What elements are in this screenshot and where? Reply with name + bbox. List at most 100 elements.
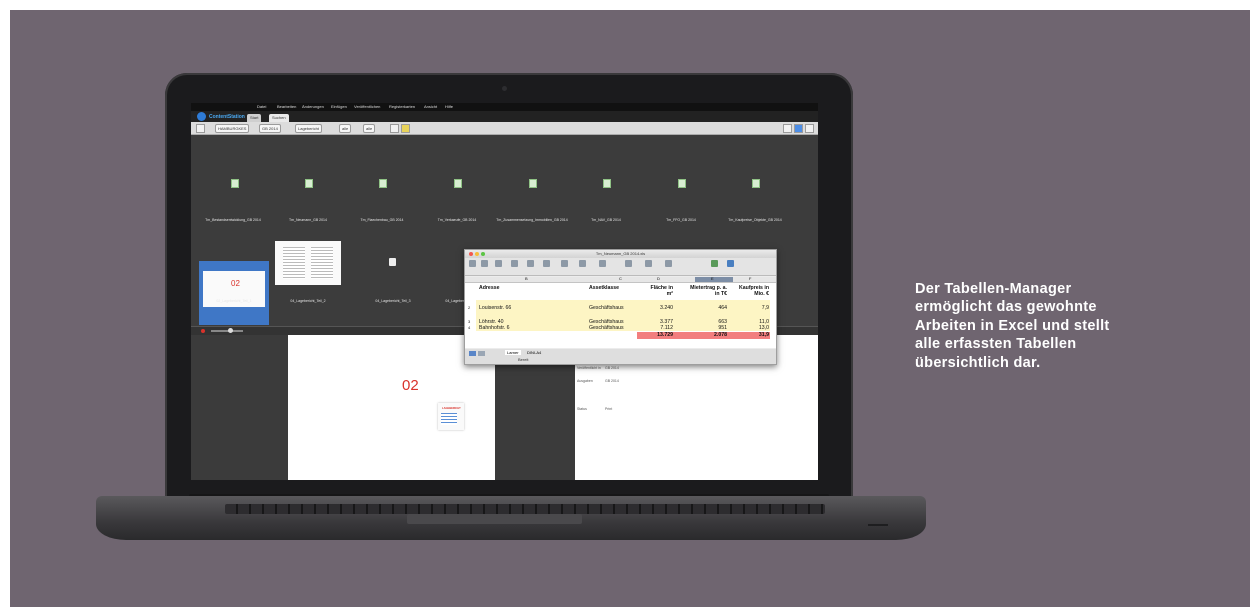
sheet-tab-dini[interactable]: DINI-A4 (525, 350, 544, 355)
menu-aenderungen[interactable]: Änderungen (302, 104, 324, 109)
paste-icon[interactable] (561, 260, 568, 267)
minimize-icon[interactable] (475, 252, 479, 256)
print-icon[interactable] (511, 260, 518, 267)
col-letter[interactable]: F (749, 276, 751, 281)
format-icon[interactable] (579, 260, 586, 267)
maximize-icon[interactable] (481, 252, 485, 256)
cell-flaeche[interactable]: 3.240 (645, 305, 673, 311)
filter-select-2[interactable]: alle (363, 124, 376, 133)
tab-suchen[interactable]: Suchen (269, 114, 289, 122)
cell-assetklasse[interactable]: Geschäftshaus (589, 305, 624, 311)
total-miete[interactable]: 2.078 (687, 332, 727, 338)
document-icon[interactable] (752, 179, 760, 188)
excel-window[interactable]: Tm_Neumann_GB 2014.xls B C D E F Adresse… (464, 249, 777, 365)
toolbox-icon[interactable] (727, 260, 734, 267)
caption-line: Der Tabellen-Manager (915, 281, 1072, 297)
autosum-icon[interactable] (625, 260, 632, 267)
import-icon[interactable] (527, 260, 534, 267)
indesign-file-icon[interactable] (389, 258, 396, 266)
header-assetklasse[interactable]: Assetklasse (589, 285, 619, 291)
cell-preis[interactable]: 13,0 (731, 325, 769, 331)
file-label[interactable]: 04_Lagebericht_Teil_2 (268, 299, 348, 303)
menu-veroeffentlichen[interactable]: Veröffentlichen (354, 104, 380, 109)
total-preis[interactable]: 31,9 (731, 332, 769, 338)
layout-icon[interactable] (196, 124, 205, 133)
view-columns-icon[interactable] (805, 124, 814, 133)
meta-key: Status (577, 407, 587, 411)
document-icon[interactable] (379, 179, 387, 188)
cell-miete[interactable]: 951 (687, 325, 727, 331)
gallery-icon[interactable] (711, 260, 718, 267)
selected-column-header[interactable] (695, 277, 733, 282)
clear-filter-icon[interactable] (401, 124, 410, 133)
normal-view-icon[interactable] (469, 351, 476, 356)
view-list-icon[interactable] (783, 124, 792, 133)
document-icon[interactable] (678, 179, 686, 188)
header-adresse[interactable]: Adresse (479, 285, 499, 291)
sort-icon[interactable] (645, 260, 652, 267)
excel-ribbon (465, 258, 776, 276)
col-letter[interactable]: C (619, 276, 622, 281)
menu-ansicht[interactable]: Ansicht (424, 104, 437, 109)
menu-bearbeiten[interactable]: Bearbeiten (277, 104, 296, 109)
col-letter[interactable]: D (657, 276, 660, 281)
file-label[interactable]: Tm_Verkaeufe_GB 2014 (417, 218, 497, 222)
brand-name: ContentStation (209, 114, 245, 120)
new-doc-icon[interactable] (469, 260, 476, 267)
excel-grid[interactable]: B C D E F Adresse Assetklasse Fläche in … (465, 276, 776, 348)
file-label[interactable]: Tm_FFO_GB 2014 (641, 218, 721, 222)
zoom-slider-handle[interactable] (228, 328, 233, 333)
file-label[interactable]: Tm_Flaechenbau_GB 2014 (342, 218, 422, 222)
document-icon[interactable] (231, 179, 239, 188)
file-thumbnail[interactable] (275, 241, 341, 285)
document-icon[interactable] (305, 179, 313, 188)
open-icon[interactable] (481, 260, 488, 267)
document-icon[interactable] (603, 179, 611, 188)
filter-select-1[interactable]: alle (339, 124, 352, 133)
file-label[interactable]: Tm_Kaufpreise_Objekte_GB 2014 (715, 218, 795, 222)
menu-datei[interactable]: Datei (257, 104, 266, 109)
file-label[interactable]: Tm_Zusammensetzung_Immobilien_GB 2014 (492, 218, 572, 222)
header-flaeche[interactable]: Fläche in m² (645, 285, 674, 297)
col-letter[interactable]: B (525, 276, 528, 281)
cell-preis[interactable]: 7,9 (731, 305, 769, 311)
cell-adresse[interactable]: Bahnhofstr. 6 (479, 325, 510, 331)
total-flaeche[interactable]: 13.729 (645, 332, 673, 338)
row-number[interactable]: 3 (468, 319, 470, 324)
undo-icon[interactable] (599, 260, 606, 267)
header-kaufpreis[interactable]: Kaufpreis in Mio. € (731, 285, 769, 297)
edition-select[interactable]: GB 2014 (259, 124, 281, 133)
row-number[interactable]: 2 (468, 305, 470, 310)
header-mietertrag[interactable]: Mietertrag p. a. in T€ (687, 285, 727, 297)
location-select[interactable]: HAMBURGKES (215, 124, 250, 133)
cell-flaeche[interactable]: 7.112 (645, 325, 673, 331)
selected-file-tile[interactable]: 02 (199, 261, 269, 325)
search-icon[interactable] (390, 124, 399, 133)
sheet-tab-larner[interactable]: Larner (505, 350, 521, 355)
filter-icon[interactable] (665, 260, 672, 267)
excel-titlebar[interactable]: Tm_Neumann_GB 2014.xls (465, 250, 776, 258)
file-label[interactable]: 04_Lagebericht_Teil_3 (353, 299, 433, 303)
close-icon[interactable] (469, 252, 473, 256)
cut-icon[interactable] (543, 260, 550, 267)
col-letter[interactable]: E (711, 276, 714, 281)
layout-view-icon[interactable] (478, 351, 485, 356)
file-label[interactable]: Tm_Neumann_GB 2014 (268, 218, 348, 222)
menu-registerkarten[interactable]: Registerkarten (389, 104, 415, 109)
category-select[interactable]: Lagebericht (295, 124, 322, 133)
cell-assetklasse[interactable]: Geschäftshaus (589, 325, 624, 331)
save-icon[interactable] (495, 260, 502, 267)
view-thumbnails-icon[interactable] (794, 124, 803, 133)
cell-adresse[interactable]: Louisenstr. 66 (479, 305, 511, 311)
menu-einfuegen[interactable]: Einfügen (331, 104, 347, 109)
zoom-slider[interactable] (211, 330, 243, 332)
row-number[interactable]: 4 (468, 325, 470, 330)
file-label[interactable]: 02_Lagebericht_Teil_1 (194, 299, 274, 303)
file-label[interactable]: Tm_Bestandsentwicklung_GB 2014 (193, 218, 273, 222)
cell-miete[interactable]: 464 (687, 305, 727, 311)
tab-start[interactable]: Start (247, 114, 262, 122)
file-label[interactable]: Tm_NAV_GB 2014 (566, 218, 646, 222)
document-icon[interactable] (454, 179, 462, 188)
menu-hilfe[interactable]: Hilfe (445, 104, 453, 109)
document-icon[interactable] (529, 179, 537, 188)
